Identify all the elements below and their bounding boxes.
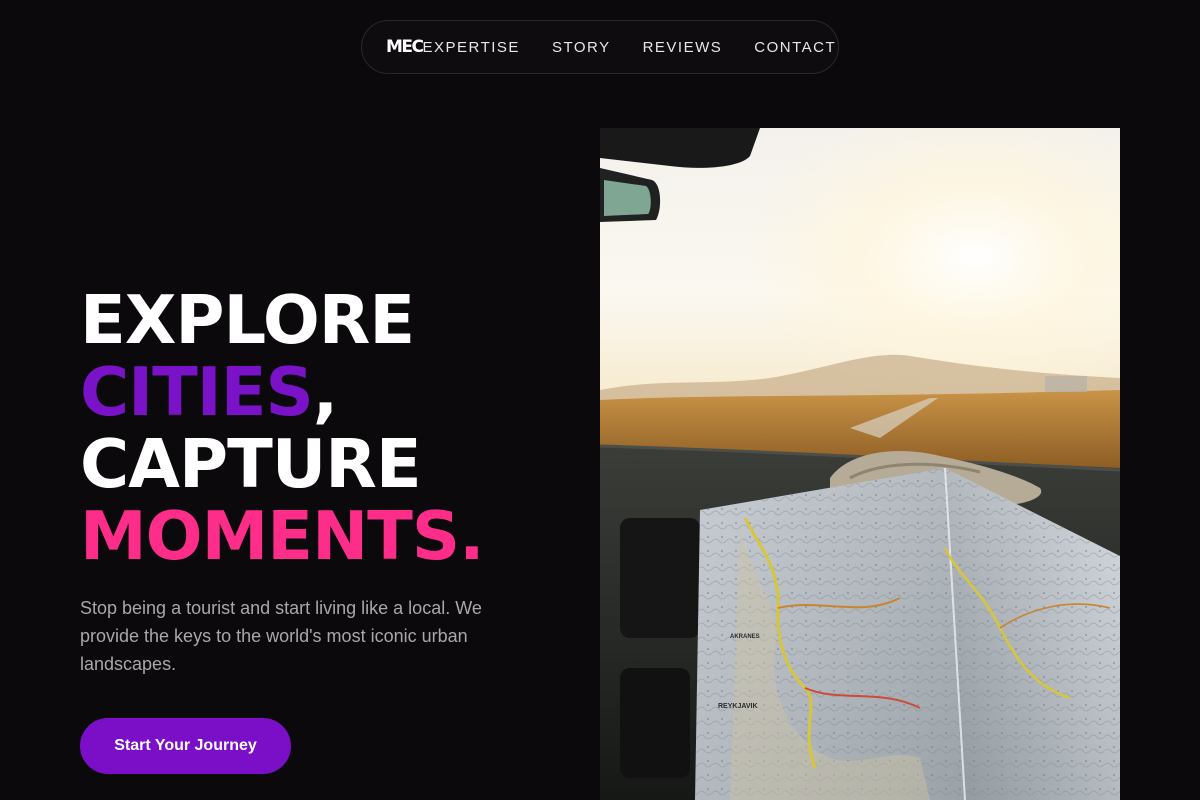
map-label-reykjavik: REYKJAVIK bbox=[718, 703, 758, 710]
hero-image-road-trip-map: REYKJAVIK AKRANES bbox=[600, 128, 1120, 800]
top-navigation: MEC EXPERTISE STORY REVIEWS CONTACT bbox=[361, 20, 839, 74]
headline-line-explore: EXPLORE bbox=[80, 281, 415, 359]
headline-comma: , bbox=[312, 353, 338, 431]
nav-link-reviews[interactable]: REVIEWS bbox=[643, 39, 723, 56]
hero-headline: EXPLORE CITIES, CAPTURE MOMENTS. bbox=[80, 281, 485, 575]
map-label-akranes: AKRANES bbox=[730, 634, 760, 640]
nav-links: EXPERTISE STORY REVIEWS CONTACT bbox=[423, 39, 837, 56]
logo[interactable]: MEC bbox=[386, 37, 424, 57]
page: MEC EXPERTISE STORY REVIEWS CONTACT EXPL… bbox=[0, 0, 1200, 800]
hero-subtitle: Stop being a tourist and start living li… bbox=[80, 598, 482, 674]
headline-line-capture: CAPTURE bbox=[80, 425, 422, 503]
nav-link-story[interactable]: STORY bbox=[552, 39, 611, 56]
headline-cities-highlight: CITIES bbox=[80, 353, 314, 431]
headline-line-moments: MOMENTS. bbox=[80, 497, 485, 575]
nav-link-expertise[interactable]: EXPERTISE bbox=[423, 39, 520, 56]
start-journey-button[interactable]: Start Your Journey bbox=[80, 718, 291, 774]
headline-line-cities: CITIES, bbox=[80, 356, 484, 428]
nav-link-contact[interactable]: CONTACT bbox=[754, 39, 836, 56]
